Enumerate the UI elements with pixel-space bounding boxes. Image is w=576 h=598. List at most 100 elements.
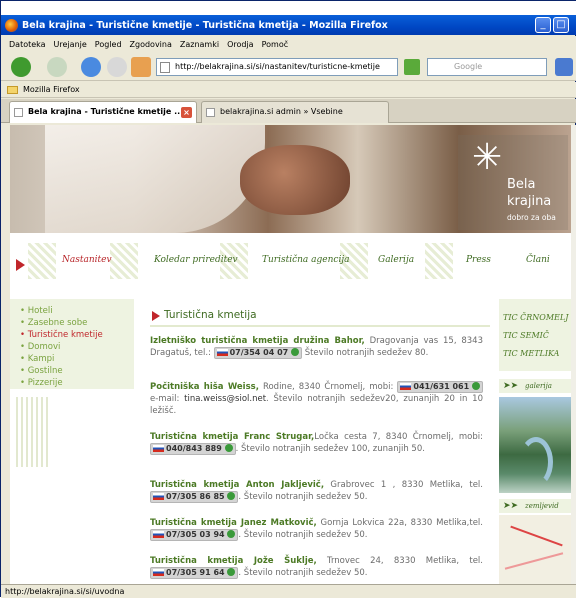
phone-button[interactable]: 07/305 91 64 bbox=[150, 567, 239, 579]
nav-galerija[interactable]: Galerija bbox=[378, 255, 414, 265]
cross-stitch-decoration bbox=[28, 243, 56, 279]
bookmarks-bar: Mozilla Firefox bbox=[1, 82, 576, 98]
sidebar-item-hoteli[interactable]: • Hoteli bbox=[20, 305, 103, 317]
go-icon[interactable] bbox=[404, 59, 420, 75]
title-arrow-icon bbox=[152, 311, 160, 321]
reload-icon[interactable] bbox=[81, 57, 101, 77]
flag-icon bbox=[153, 493, 164, 500]
nav-press[interactable]: Press bbox=[466, 255, 491, 265]
email-link[interactable]: tina.weiss@siol.net bbox=[184, 394, 266, 404]
menu-item-pogled[interactable]: Pogled bbox=[95, 40, 122, 49]
page-icon bbox=[14, 108, 23, 117]
tic-metlika-link[interactable]: TIC METLIKA bbox=[503, 349, 559, 358]
banner-photo-shirt bbox=[45, 125, 265, 233]
gallery-image[interactable] bbox=[499, 397, 571, 493]
folder-icon bbox=[7, 86, 18, 94]
tic-semic-link[interactable]: TIC SEMIČ bbox=[503, 331, 549, 340]
call-icon[interactable] bbox=[224, 444, 233, 452]
sidebar-item-zasebne-sobe[interactable]: • Zasebne sobe bbox=[20, 317, 103, 329]
home-icon[interactable] bbox=[131, 57, 151, 77]
phone-button[interactable]: 07/305 86 85 bbox=[150, 491, 239, 503]
sidebar-item-kampi[interactable]: • Kampi bbox=[20, 353, 103, 365]
river-shape bbox=[519, 437, 553, 487]
tic-box: TIC ČRNOMELJ TIC SEMIČ TIC METLIKA bbox=[499, 299, 571, 371]
menu-item-orodja[interactable]: Orodja bbox=[227, 40, 254, 49]
menu-item-zgodovina[interactable]: Zgodovina bbox=[130, 40, 172, 49]
call-icon[interactable] bbox=[291, 348, 299, 356]
address-bar[interactable]: http://belakrajina.si/si/nastanitev/turi… bbox=[156, 58, 398, 76]
phone-button[interactable]: 07/305 03 94 bbox=[150, 529, 239, 541]
vertical-scrollbar[interactable] bbox=[571, 125, 576, 584]
call-icon[interactable] bbox=[227, 568, 236, 576]
call-icon[interactable] bbox=[471, 382, 480, 390]
map-road bbox=[504, 552, 564, 570]
logo-mark-icon: ✳ bbox=[472, 137, 503, 178]
menu-item-datoteka[interactable]: Datoteka bbox=[9, 40, 46, 49]
sidebar-item-gostilne[interactable]: • Gostilne bbox=[20, 365, 103, 377]
page-icon bbox=[160, 62, 170, 73]
page-icon bbox=[206, 108, 215, 117]
bookmark-mozilla-firefox[interactable]: Mozilla Firefox bbox=[23, 85, 80, 94]
gallery-header[interactable]: ➤➤ galerija bbox=[499, 379, 571, 393]
nav-nastanitev[interactable]: Nastanitev bbox=[62, 255, 112, 265]
maximize-button[interactable]: □ bbox=[553, 17, 569, 33]
phone-button[interactable]: 040/843 889 bbox=[150, 443, 236, 455]
main-navigation: Nastanitev Koledar prireditev Turistična… bbox=[10, 233, 571, 293]
farm-name: Turistična kmetija Franc Strugar, bbox=[150, 432, 315, 442]
search-input[interactable]: Google bbox=[427, 58, 547, 76]
double-arrow-icon: ➤➤ bbox=[503, 381, 519, 391]
farm-name: Turistična kmetija Anton Jakljevič, bbox=[150, 480, 325, 490]
close-tab-icon[interactable]: × bbox=[181, 107, 192, 118]
forward-icon[interactable] bbox=[47, 57, 67, 77]
logo-text-bela: Bela bbox=[507, 177, 536, 192]
tab-inactive[interactable]: belakrajina.si admin » Vsebine bbox=[201, 101, 389, 123]
call-icon[interactable] bbox=[227, 492, 236, 500]
nav-turisticna-agencija[interactable]: Turistična agencija bbox=[262, 255, 349, 265]
farm-entry: Turistična kmetija Franc Strugar,Ločka c… bbox=[150, 432, 483, 455]
page-title: Turistična kmetija bbox=[150, 309, 257, 321]
back-icon[interactable] bbox=[11, 57, 31, 77]
flag-icon bbox=[153, 445, 164, 452]
sidebar-decoration bbox=[16, 397, 50, 467]
phone-button[interactable]: 041/631 061 bbox=[397, 381, 483, 393]
active-arrow-icon bbox=[16, 259, 25, 271]
sidebar: • Hoteli • Zasebne sobe • Turistične kme… bbox=[10, 299, 134, 584]
logo-text-krajina: krajina bbox=[507, 194, 552, 209]
farm-name: Počitniška hiša Weiss, bbox=[150, 382, 259, 392]
farm-entry: Turistična kmetija Anton Jakljevič, Grab… bbox=[150, 480, 483, 503]
cross-stitch-decoration bbox=[425, 243, 453, 279]
flag-icon bbox=[400, 383, 412, 390]
menu-item-zaznamki[interactable]: Zaznamki bbox=[180, 40, 219, 49]
sidebar-item-pizzerije[interactable]: • Pizzerije bbox=[20, 377, 103, 389]
sidebar-item-domovi[interactable]: • Domovi bbox=[20, 341, 103, 353]
menu-bar: Datoteka Urejanje Pogled Zgodovina Zazna… bbox=[1, 36, 576, 53]
search-placeholder: Google bbox=[454, 62, 483, 71]
map-header[interactable]: ➤➤ zemljevid bbox=[499, 499, 571, 513]
title-bar[interactable]: Bela krajina - Turistične kmetije - Turi… bbox=[1, 15, 576, 35]
flag-icon bbox=[153, 531, 164, 538]
nav-koledar-prireditev[interactable]: Koledar prireditev bbox=[154, 255, 238, 265]
header-banner: ✳ Bela krajina dobro za oba bbox=[10, 125, 571, 233]
banner-photo-hands bbox=[240, 145, 350, 215]
farm-name: Turistična kmetija Jože Šuklje, bbox=[150, 556, 317, 566]
phone-button[interactable]: 07/354 04 07 bbox=[213, 347, 302, 359]
map-image[interactable] bbox=[499, 515, 571, 584]
farm-entry: Izletniško turistična kmetija družina Ba… bbox=[150, 336, 484, 359]
tab-active[interactable]: Bela krajina - Turistične kmetije ... × bbox=[9, 101, 197, 123]
double-arrow-icon: ➤➤ bbox=[503, 501, 519, 511]
farm-name: Turistična kmetija Janez Matkovič, bbox=[150, 518, 317, 528]
stop-icon[interactable] bbox=[107, 57, 127, 77]
status-bar: http://belakrajina.si/si/uvodna bbox=[1, 584, 576, 598]
browser-window: Bela krajina - Turistične kmetije - Turi… bbox=[0, 0, 576, 598]
nav-clani[interactable]: Člani bbox=[526, 255, 550, 265]
tic-crnomelj-link[interactable]: TIC ČRNOMELJ bbox=[503, 313, 568, 322]
sidebar-item-turisticne-kmetije[interactable]: • Turistične kmetije bbox=[20, 329, 103, 341]
sidebar-menu: • Hoteli • Zasebne sobe • Turistične kme… bbox=[20, 305, 103, 389]
extension-icon[interactable] bbox=[555, 58, 573, 76]
menu-item-urejanje[interactable]: Urejanje bbox=[54, 40, 87, 49]
firefox-icon bbox=[5, 18, 18, 32]
minimize-button[interactable]: _ bbox=[535, 17, 551, 33]
top-margin bbox=[1, 1, 576, 15]
menu-item-pomoc[interactable]: Pomoč bbox=[262, 40, 289, 49]
call-icon[interactable] bbox=[227, 530, 236, 538]
